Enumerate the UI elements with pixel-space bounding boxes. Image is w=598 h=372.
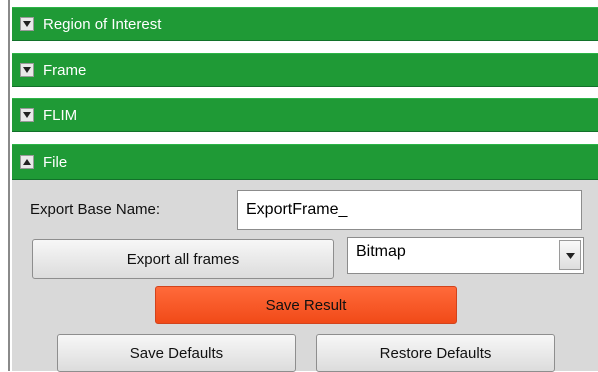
section-header-file[interactable]: File — [12, 144, 598, 180]
section-header-flim[interactable]: FLIM — [12, 98, 598, 132]
section-title: File — [43, 153, 68, 171]
button-label: Save Result — [265, 296, 347, 314]
section-header-frame[interactable]: Frame — [12, 53, 598, 87]
section-title: Region of Interest — [43, 15, 162, 33]
expand-arrow-icon[interactable] — [20, 63, 34, 77]
selected-format: Bitmap — [356, 243, 406, 260]
restore-defaults-button[interactable]: Restore Defaults — [316, 334, 555, 372]
export-format-select[interactable]: Bitmap — [347, 237, 584, 274]
export-all-frames-button[interactable]: Export all frames — [32, 239, 334, 279]
section-header-region-of-interest[interactable]: Region of Interest — [12, 7, 598, 41]
left-border — [8, 0, 10, 371]
export-base-name-label: Export Base Name: — [30, 201, 161, 218]
collapse-arrow-icon[interactable] — [20, 155, 34, 169]
chevron-down-icon — [566, 253, 575, 259]
section-title: FLIM — [43, 106, 78, 124]
export-base-name-input[interactable] — [237, 190, 582, 230]
expand-arrow-icon[interactable] — [20, 17, 34, 31]
save-defaults-button[interactable]: Save Defaults — [57, 334, 296, 372]
section-title: Frame — [43, 61, 87, 79]
button-label: Save Defaults — [129, 344, 224, 362]
save-result-button[interactable]: Save Result — [155, 286, 457, 324]
dropdown-button[interactable] — [559, 240, 581, 270]
button-label: Export all frames — [126, 250, 240, 268]
button-label: Restore Defaults — [379, 344, 492, 362]
settings-panel: Region of Interest Frame FLIM File Expor… — [0, 0, 598, 372]
file-section-body: Export Base Name: Export all frames Bitm… — [12, 180, 598, 372]
expand-arrow-icon[interactable] — [20, 108, 34, 122]
